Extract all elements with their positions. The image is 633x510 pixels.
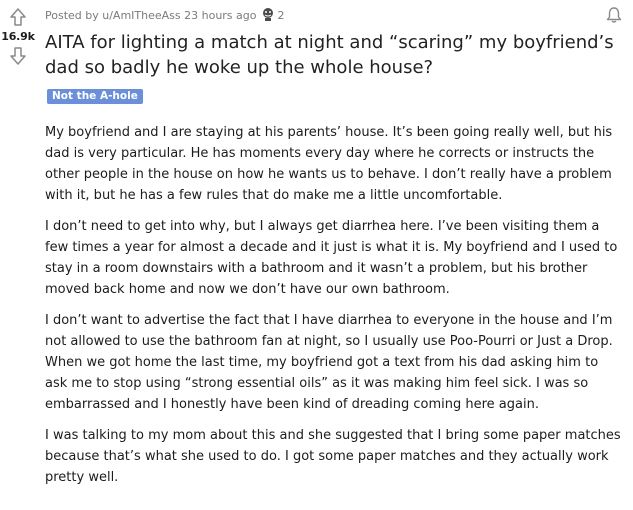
award-badge[interactable]: 2	[261, 7, 285, 24]
bell-icon[interactable]	[605, 6, 623, 28]
post-title[interactable]: AITA for lighting a match at night and “…	[45, 30, 630, 80]
award-icon	[261, 7, 275, 24]
post-flair[interactable]: Not the A-hole	[47, 89, 143, 104]
body-paragraph: I don’t want to advertise the fact that …	[45, 313, 613, 412]
post-meta: Posted by u/AmITheeAss 23 hours ago 2	[45, 7, 285, 24]
vote-count: 16.9k	[1, 30, 35, 43]
award-count: 2	[277, 9, 285, 22]
body-paragraph: I don’t need to get into why, but I alwa…	[45, 219, 618, 297]
vote-column: 16.9k	[0, 6, 36, 67]
upvote-arrow-icon[interactable]	[7, 6, 29, 28]
posted-by-text[interactable]: Posted by u/AmITheeAss 23 hours ago	[45, 9, 257, 22]
downvote-arrow-icon[interactable]	[7, 45, 29, 67]
body-paragraph: My boyfriend and I are staying at his pa…	[45, 125, 613, 203]
post-body: My boyfriend and I are staying at his pa…	[45, 122, 623, 498]
body-paragraph: I was talking to my mom about this and s…	[45, 428, 621, 485]
